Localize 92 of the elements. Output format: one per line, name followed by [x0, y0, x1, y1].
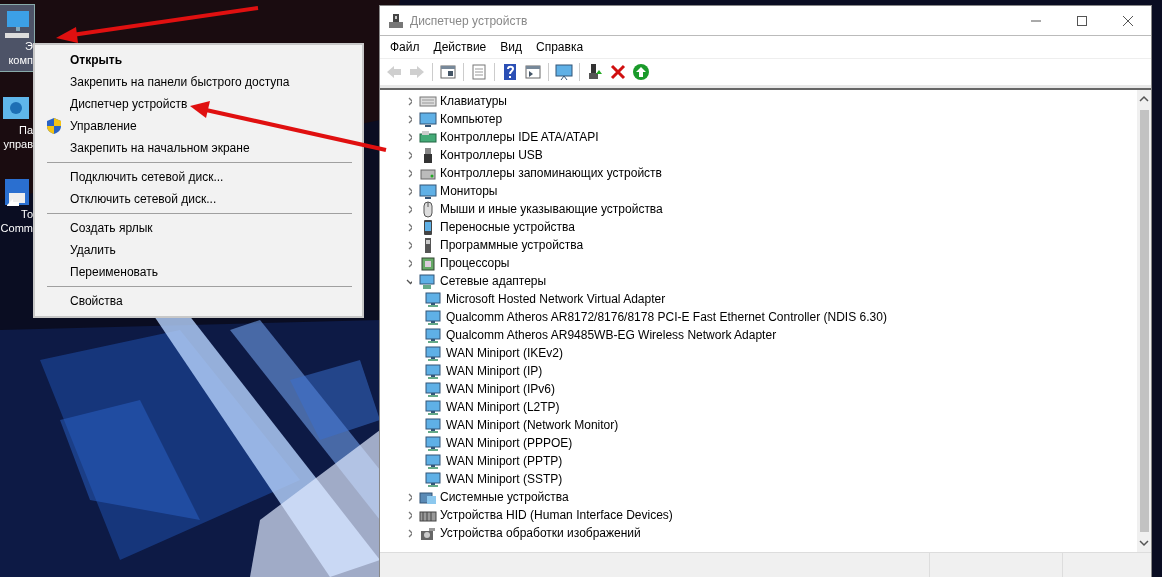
menu-item[interactable]: Подключить сетевой диск...	[35, 166, 362, 188]
close-icon	[1122, 14, 1134, 27]
tree-item[interactable]: Устройства обработки изображений	[440, 526, 641, 540]
menu-item[interactable]: Открыть	[35, 49, 362, 71]
expander-icon[interactable]	[406, 150, 415, 160]
expander-icon[interactable]	[406, 240, 415, 250]
expander-icon[interactable]	[406, 258, 415, 268]
device-manager-icon	[388, 12, 404, 29]
tree-item[interactable]: WAN Miniport (IPv6)	[446, 382, 555, 396]
help-icon	[501, 63, 519, 81]
tree-item[interactable]: Клавиатуры	[440, 94, 507, 108]
expander-icon[interactable]	[406, 114, 415, 124]
tree-item[interactable]: WAN Miniport (L2TP)	[446, 400, 560, 414]
tree-item[interactable]: Компьютер	[440, 112, 503, 126]
monitor-icon	[419, 182, 437, 200]
tree-item[interactable]: Контроллеры USB	[440, 148, 543, 162]
menu-item[interactable]: Отключить сетевой диск...	[35, 188, 362, 210]
expander-icon[interactable]	[406, 204, 415, 214]
toolbar-button[interactable]	[608, 62, 628, 82]
network-adapter-icon	[425, 452, 443, 470]
network-adapter-icon	[425, 470, 443, 488]
expander-icon[interactable]	[406, 528, 415, 538]
menu-bar-item[interactable]: Вид	[500, 40, 522, 54]
network-adapter-icon	[425, 398, 443, 416]
scrollbar[interactable]	[1137, 90, 1151, 552]
shield-icon	[46, 117, 62, 135]
expander-icon[interactable]	[406, 186, 415, 196]
network-adapter-icon	[425, 416, 443, 434]
scroll-up-icon[interactable]	[1137, 94, 1151, 104]
tree-item[interactable]: Контроллеры IDE ATA/ATAPI	[440, 130, 599, 144]
tree-item[interactable]: Устройства HID (Human Interface Devices)	[440, 508, 673, 522]
tree-item[interactable]: WAN Miniport (Network Monitor)	[446, 418, 619, 432]
tree-item[interactable]: WAN Miniport (IKEv2)	[446, 346, 563, 360]
cross-icon	[609, 63, 627, 81]
expander-icon[interactable]	[406, 222, 415, 232]
tree-item[interactable]: WAN Miniport (PPPOE)	[446, 436, 573, 450]
tree-item[interactable]: Qualcomm Atheros AR8172/8176/8178 PCI-E Fast Ethernet Controller (NDIS 6.30)	[446, 310, 887, 324]
menu-item[interactable]: Создать ярлык	[35, 217, 362, 239]
network-adapter-icon	[425, 344, 443, 362]
menu-item[interactable]: Закрепить на панели быстрого доступа	[35, 71, 362, 93]
tree-item[interactable]: WAN Miniport (IP)	[446, 364, 543, 378]
expander-icon[interactable]	[406, 510, 415, 520]
network-adapter-icon	[425, 326, 443, 344]
monitor-icon	[555, 63, 573, 81]
menu-item[interactable]: Переименовать	[35, 261, 362, 283]
scroll-down-icon[interactable]	[1137, 538, 1151, 548]
menu-bar-item[interactable]: Действие	[433, 40, 487, 54]
menu-item[interactable]: Свойства	[35, 290, 362, 312]
tree-item[interactable]: Мониторы	[440, 184, 498, 198]
tree-item[interactable]: Сетевые адаптеры	[440, 274, 547, 288]
panel-icon	[439, 63, 457, 81]
maximize-icon	[1076, 14, 1088, 27]
tree-item[interactable]: Системные устройства	[440, 490, 569, 504]
expander-icon[interactable]	[406, 132, 415, 142]
tree-item[interactable]: Программные устройства	[440, 238, 584, 252]
menu-bar-item[interactable]: Справка	[536, 40, 584, 54]
desktop-icon[interactable]: Па управ	[0, 89, 34, 155]
tree-item[interactable]: WAN Miniport (SSTP)	[446, 472, 563, 486]
expander-icon[interactable]	[406, 96, 415, 106]
controller-icon	[419, 128, 437, 146]
pane-icon	[524, 63, 542, 81]
back-arrow-icon	[385, 63, 403, 81]
network-adapter-icon	[425, 362, 443, 380]
forward-arrow-icon	[408, 63, 426, 81]
expander-icon[interactable]	[406, 492, 415, 502]
menu-item[interactable]: Диспетчер устройств	[35, 93, 362, 115]
desktop-icon[interactable]: Э комп	[0, 5, 34, 71]
driver-update-icon	[586, 63, 604, 81]
tree-item[interactable]: Qualcomm Atheros AR9485WB-EG Wireless Network Adapter	[446, 328, 777, 342]
menu-bar-item[interactable]: Файл	[390, 40, 420, 54]
network-adapter-icon	[425, 380, 443, 398]
desktop-icon[interactable]: То Comm	[0, 173, 34, 239]
tree-item[interactable]: Microsoft Hosted Network Virtual Adapter	[446, 292, 666, 306]
network-adapter-icon	[425, 290, 443, 308]
network-adapter-icon	[425, 308, 443, 326]
network-adapter-icon	[425, 434, 443, 452]
network-icon	[419, 272, 437, 290]
monitor-icon	[419, 110, 437, 128]
menu-item[interactable]: Удалить	[35, 239, 362, 261]
tree-item[interactable]: Процессоры	[440, 256, 510, 270]
toolbar-button[interactable]	[438, 62, 458, 82]
up-arrow-circle-icon	[632, 63, 650, 81]
menu-item[interactable]: Закрепить на начальном экране	[35, 137, 362, 159]
window-title: Диспетчер устройств	[410, 13, 528, 28]
sheet-icon	[470, 63, 488, 81]
tree-item[interactable]: WAN Miniport (PPTP)	[446, 454, 563, 468]
tree-item[interactable]: Переносные устройства	[440, 220, 576, 234]
menu-item[interactable]: Управление	[35, 115, 362, 137]
chip-icon	[419, 254, 437, 272]
expander-icon[interactable]	[406, 168, 415, 178]
tree-item[interactable]: Контроллеры запоминающих устройств	[440, 166, 662, 180]
tree-item[interactable]: Мыши и иные указывающие устройства	[440, 202, 663, 216]
